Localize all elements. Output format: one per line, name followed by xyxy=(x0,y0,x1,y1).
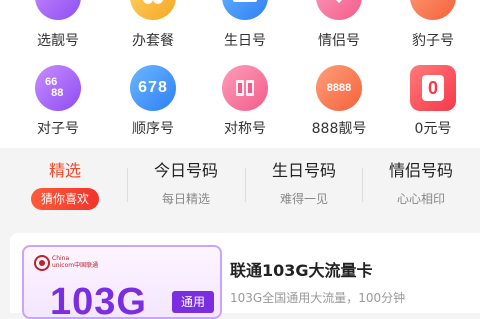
category-label: 选靓号 xyxy=(37,33,79,49)
calendar-icon xyxy=(222,0,268,20)
tab-title: 今日号码 xyxy=(153,161,218,180)
tab-featured[interactable]: 精选 猜你喜欢 xyxy=(6,160,124,210)
tab-subtitle: 猜你喜欢 xyxy=(30,188,99,210)
tab-title: 精选 xyxy=(48,161,81,180)
tab-today[interactable]: 今日号码 每日精选 xyxy=(127,160,245,208)
symmetric-icon xyxy=(222,65,268,111)
product-tag: 通用 xyxy=(172,291,214,313)
brand-text: China unicom中国联通 xyxy=(52,255,99,269)
product-subtitle: 103G全国通用大流量，100分钟 xyxy=(230,291,406,305)
category-label: 情侣号 xyxy=(318,33,360,49)
category-label: 对子号 xyxy=(37,121,79,137)
category-label: 顺序号 xyxy=(132,121,174,137)
package-icon xyxy=(130,0,176,20)
tab-couple[interactable]: 情侣号码 心心相印 xyxy=(362,160,480,208)
category-label: 888靓号 xyxy=(311,121,367,137)
category-label: 生日号 xyxy=(224,33,266,49)
product-data-amount: 103G xyxy=(50,281,147,319)
category-label: 豹子号 xyxy=(412,33,454,49)
product-card[interactable]: China unicom中国联通 103G 通用 联通103G大流量卡 103G… xyxy=(10,233,480,319)
lucky-888-icon: 8888 xyxy=(316,65,362,111)
zero-icon: 0 xyxy=(410,65,456,111)
unicom-logo-icon xyxy=(34,255,50,271)
tab-subtitle: 难得一见 xyxy=(279,192,328,206)
category-label: 办套餐 xyxy=(132,33,174,49)
card-icon xyxy=(35,0,81,20)
tab-subtitle: 每日精选 xyxy=(161,192,210,206)
tab-birthday[interactable]: 生日号码 难得一见 xyxy=(245,160,363,208)
category-label: 0元号 xyxy=(414,121,452,137)
sequence-icon: 678 xyxy=(130,65,176,111)
tab-title: 生日号码 xyxy=(271,161,336,180)
heart-icon xyxy=(316,0,362,20)
product-title: 联通103G大流量卡 xyxy=(230,261,373,280)
filter-tabs: 精选 猜你喜欢 今日号码 每日精选 生日号码 难得一见 情侣号码 心心相印 xyxy=(0,148,480,223)
category-label: 对称号 xyxy=(224,121,266,137)
category-panel: 选靓号 办套餐 生日号 情侣号 豹子号 66 88 对子号 678 顺序号 对称… xyxy=(0,0,480,148)
pair-icon: 66 88 xyxy=(35,65,81,111)
tab-title: 情侣号码 xyxy=(388,161,453,180)
tab-subtitle: 心心相印 xyxy=(396,192,445,206)
product-image: China unicom中国联通 103G 通用 xyxy=(22,245,222,319)
leopard-icon xyxy=(410,0,456,20)
